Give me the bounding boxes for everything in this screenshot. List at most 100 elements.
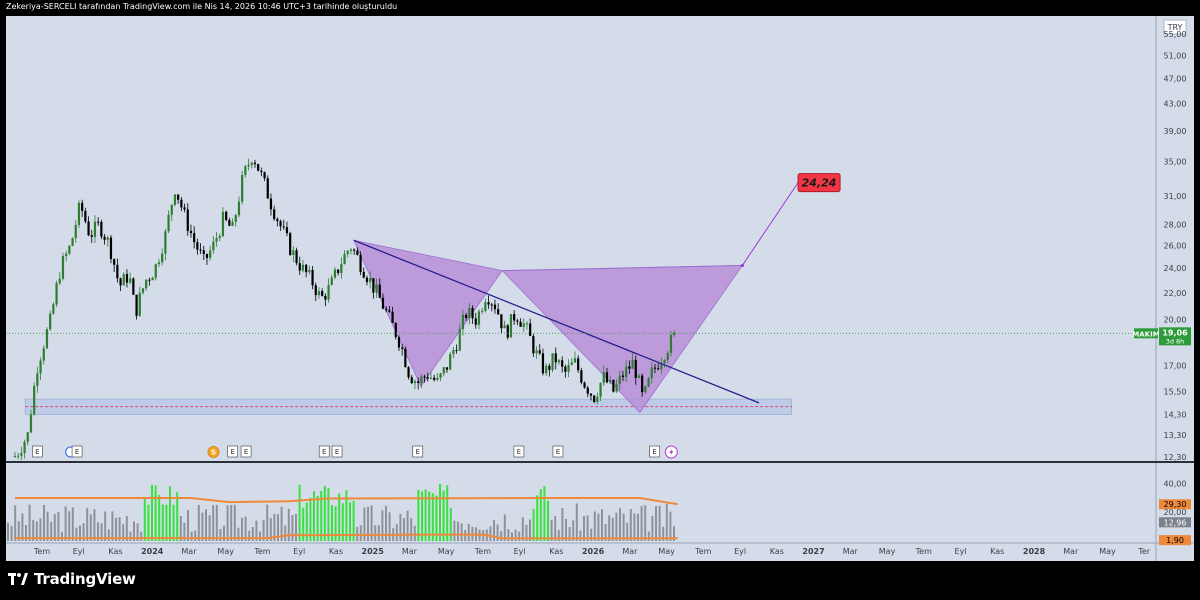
candle-body: [327, 284, 330, 300]
volume-bar: [532, 508, 535, 541]
candle-body: [49, 313, 52, 330]
candle-body: [362, 271, 365, 278]
candle-body: [487, 302, 490, 305]
candle-body: [605, 372, 609, 383]
candle-body: [36, 373, 39, 386]
volume-bar: [575, 503, 578, 541]
candle-body: [631, 359, 634, 369]
candle-body: [503, 325, 506, 329]
chart-canvas[interactable]: 24,24 EESEEEEEEEE TRY55,0051,0047,0043,0…: [6, 16, 1194, 561]
candle-body: [189, 231, 193, 234]
earnings-marker-label: E: [517, 448, 521, 456]
candle-body: [231, 222, 234, 226]
candle-body: [410, 377, 413, 384]
time-axis-label: Kas: [990, 547, 1004, 556]
volume-bar: [190, 531, 193, 541]
time-axis-label: Mar: [622, 547, 638, 556]
tradingview-brand[interactable]: TradingView: [8, 570, 136, 588]
volume-bar: [669, 511, 672, 541]
candle-body: [97, 221, 100, 223]
candle-body: [599, 383, 602, 397]
candle-body: [93, 221, 97, 237]
volume-bar: [172, 504, 175, 541]
candle-body: [209, 250, 212, 258]
candle-body: [148, 279, 151, 281]
candle-body: [545, 365, 548, 374]
candle-body: [369, 278, 372, 283]
candle-body: [673, 332, 676, 335]
chart-area[interactable]: 24,24 EESEEEEEEEE TRY 55,00 51,00 47,00 43,0…: [6, 16, 1194, 561]
candle-body: [26, 432, 29, 442]
candle-body: [509, 314, 513, 338]
candle-body: [273, 209, 276, 219]
candle-body: [164, 231, 167, 254]
candle-body: [81, 202, 84, 211]
candle-body: [202, 250, 205, 255]
bat-pattern[interactable]: [352, 239, 744, 414]
volume-bar: [457, 521, 459, 541]
candle-body: [394, 322, 397, 338]
candle-body: [628, 366, 631, 369]
candle-body: [193, 233, 196, 243]
volume-bar: [615, 512, 618, 541]
price-tick-label: 20,00: [1164, 316, 1187, 325]
candle-body: [141, 288, 145, 293]
volume-bar: [71, 507, 74, 541]
volume-bar: [629, 509, 632, 541]
candle-body: [516, 320, 519, 322]
time-axis-label: 2024: [141, 547, 164, 556]
time-axis-label: Mar: [843, 547, 859, 556]
candle-body: [407, 367, 410, 378]
time-axis-label: Tem: [33, 547, 50, 556]
candle-body: [436, 377, 439, 380]
candle-body: [365, 277, 369, 283]
candle-body: [151, 277, 154, 281]
candle-body: [548, 365, 551, 370]
candle-body: [426, 377, 429, 379]
volume-bar: [259, 531, 261, 541]
candle-body: [391, 311, 394, 323]
volume-bar: [518, 531, 521, 541]
volume-bar: [446, 485, 449, 541]
candle-body: [55, 283, 58, 305]
candle-body: [343, 253, 346, 265]
volume-bar: [608, 515, 611, 541]
candle-body: [535, 350, 538, 354]
volume-bar: [215, 504, 218, 541]
volume-bar: [449, 508, 452, 541]
volume-bar: [622, 513, 625, 541]
candle-body: [225, 211, 228, 220]
volume-bar: [233, 504, 236, 541]
candle-body: [196, 242, 199, 250]
candle-body: [465, 314, 468, 319]
candle-body: [455, 350, 458, 352]
volume-bar: [561, 508, 564, 541]
volume-bar: [143, 497, 146, 541]
candle-body: [388, 310, 391, 312]
volume-bar: [111, 511, 114, 541]
volume-bar: [460, 523, 463, 541]
candle-body: [113, 259, 116, 265]
volume-bar: [583, 515, 585, 541]
volume-bar: [640, 506, 643, 541]
split-marker-label: S: [211, 449, 216, 457]
candle-body: [641, 375, 644, 393]
target-annotation[interactable]: 24,24: [740, 173, 841, 268]
price-tick-label: 22,00: [1164, 289, 1187, 298]
candle-body: [513, 314, 516, 321]
candle-body: [58, 278, 61, 284]
candle-body: [625, 366, 628, 378]
candle-body: [260, 170, 263, 173]
candle-body: [167, 214, 170, 232]
candle-body: [45, 329, 49, 349]
event-markers[interactable]: EESEEEEEEEE: [32, 445, 678, 459]
earnings-marker-label: E: [322, 448, 326, 456]
time-axis-label: Eyl: [73, 547, 85, 556]
candle-body: [257, 164, 260, 171]
candle-body: [250, 162, 253, 166]
candle-body: [349, 249, 353, 251]
candle-body: [429, 377, 433, 379]
candle-body: [103, 236, 106, 240]
volume-bar: [10, 526, 13, 541]
candle-body: [282, 226, 285, 228]
